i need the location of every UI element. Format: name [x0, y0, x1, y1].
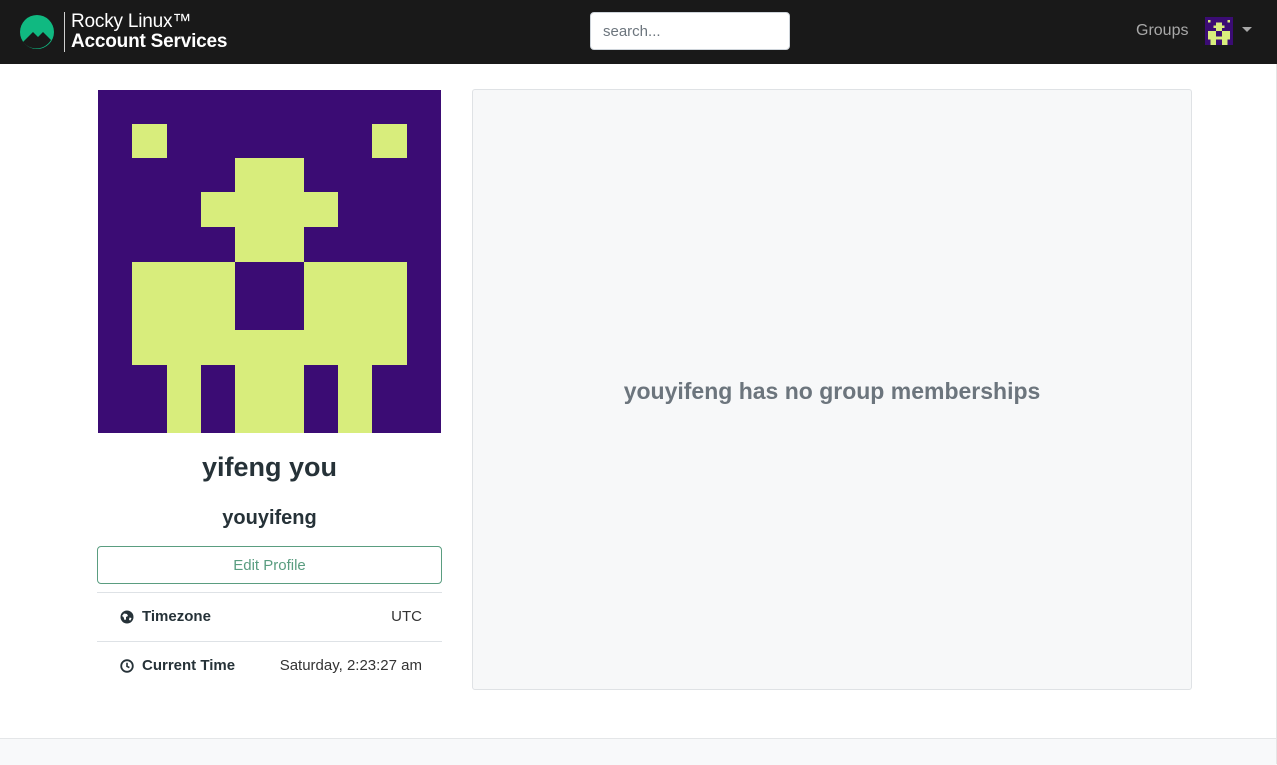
- profile-full-name: yifeng you: [201, 452, 337, 482]
- globe-icon: [120, 610, 134, 624]
- current-time-row: Current Time Saturday, 2:23:27 am: [97, 641, 442, 690]
- search-input[interactable]: [590, 12, 790, 50]
- timezone-value: UTC: [391, 608, 422, 625]
- user-avatar-icon[interactable]: [1205, 16, 1233, 46]
- brand-title-line2: Account Services: [71, 31, 228, 52]
- page-footer: [0, 738, 1277, 765]
- top-navbar: Rocky Linux™ Account Services Groups: [0, 0, 1277, 64]
- timezone-label: Timezone: [142, 608, 211, 625]
- current-time-value: Saturday, 2:23:27 am: [279, 657, 422, 674]
- user-menu-caret-icon[interactable]: [1242, 27, 1252, 32]
- brand-separator: [64, 12, 65, 52]
- no-groups-message: youyifeng has no group memberships: [623, 378, 1041, 404]
- edit-profile-button[interactable]: Edit Profile: [97, 546, 442, 584]
- profile-avatar: [98, 90, 441, 433]
- group-memberships-panel: youyifeng has no group memberships: [472, 89, 1192, 690]
- brand-title-line1: Rocky Linux™: [71, 11, 192, 32]
- nav-groups-link[interactable]: Groups: [1136, 22, 1188, 40]
- profile-username: youyifeng: [222, 507, 317, 529]
- rocky-linux-logo-icon: [20, 15, 54, 49]
- brand-home-link[interactable]: Rocky Linux™ Account Services: [20, 10, 227, 54]
- brand-title: Rocky Linux™ Account Services: [71, 12, 227, 52]
- timezone-row: Timezone UTC: [97, 592, 442, 641]
- clock-icon: [120, 659, 134, 673]
- current-time-label: Current Time: [142, 657, 236, 674]
